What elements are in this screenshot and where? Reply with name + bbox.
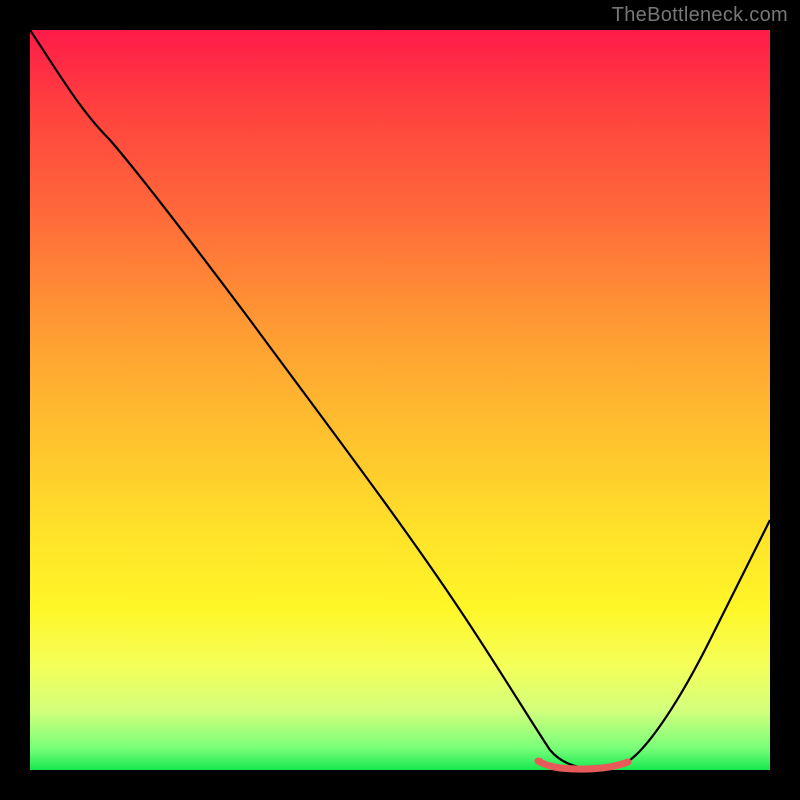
chart-frame: TheBottleneck.com <box>0 0 800 800</box>
plot-area <box>30 30 770 770</box>
trough-accent <box>538 761 628 769</box>
curve-svg <box>30 30 770 770</box>
accent-dot <box>537 758 543 764</box>
watermark-text: TheBottleneck.com <box>612 4 788 27</box>
main-curve <box>30 30 770 768</box>
accent-dot <box>624 759 630 765</box>
